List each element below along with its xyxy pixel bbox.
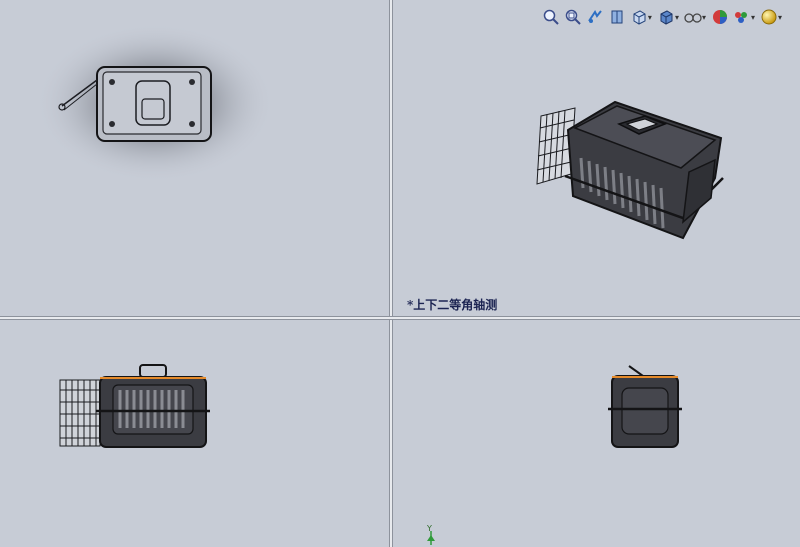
- viewport-isometric-view[interactable]: ▾ ▾ ▾ ▾ ▾ *上下二等角轴测: [393, 0, 800, 316]
- model-isometric-view: [536, 100, 724, 240]
- coordinate-triad: [423, 517, 443, 547]
- viewport-side-view[interactable]: Y: [393, 320, 800, 547]
- viewport-top-view[interactable]: [0, 0, 389, 316]
- viewport-divider-horizontal[interactable]: [0, 316, 800, 320]
- viewport-divider-vertical[interactable]: [389, 0, 393, 547]
- triad-y-label: Y: [427, 524, 432, 533]
- model-side-view: [608, 365, 682, 448]
- viewport-front-view[interactable]: [0, 320, 389, 547]
- model-front-view: [59, 364, 210, 448]
- view-orientation-label: *上下二等角轴测: [407, 298, 498, 312]
- model-top-view: [35, 23, 275, 183]
